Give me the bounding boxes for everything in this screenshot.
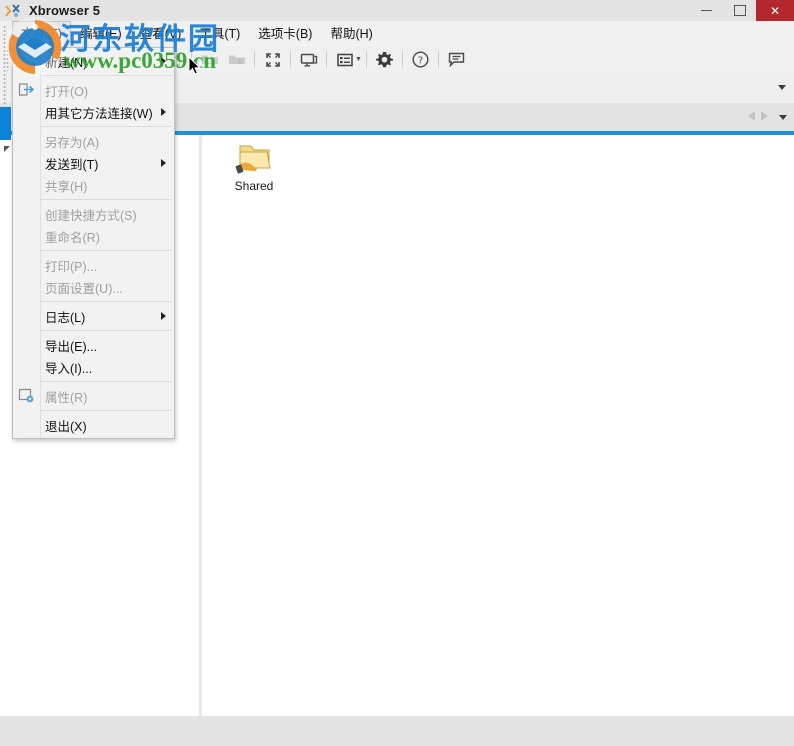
menu-separator xyxy=(40,330,172,331)
menu-edit[interactable]: 编辑(E) xyxy=(71,21,131,44)
submenu-arrow-icon xyxy=(161,312,166,320)
menu-item-label: 发送到(T) xyxy=(45,157,99,172)
sidebar-collapse-icon[interactable] xyxy=(4,146,10,152)
menu-import[interactable]: 导入(I)... xyxy=(13,356,174,378)
shared-folder-item[interactable]: Shared xyxy=(218,140,290,193)
menu-item-label: 导入(I)... xyxy=(45,361,93,376)
toolbar-separator xyxy=(290,51,291,68)
close-button[interactable]: ✕ xyxy=(756,0,794,21)
feedback-button[interactable] xyxy=(443,46,470,73)
menu-tools[interactable]: 工具(T) xyxy=(190,21,249,44)
help-button[interactable]: ? xyxy=(407,46,434,73)
menu-send-to[interactable]: 发送到(T) xyxy=(13,152,174,174)
toolbar-separator xyxy=(437,51,439,68)
monitor-icon xyxy=(300,53,317,66)
expand-icon xyxy=(265,52,280,67)
new-window-button[interactable] xyxy=(295,46,322,73)
menu-item-label: 重命名(R) xyxy=(45,230,100,245)
question-circle-icon: ? xyxy=(412,51,429,68)
menu-item-label: 创建快捷方式(S) xyxy=(45,208,137,223)
tab-prev-icon[interactable] xyxy=(748,111,755,121)
menu-log[interactable]: 日志(L) xyxy=(13,305,174,327)
menu-tabs[interactable]: 选项卡(B) xyxy=(249,21,321,44)
menu-separator xyxy=(40,250,172,251)
menu-item-label: 导出(E)... xyxy=(45,339,98,354)
menu-save-as[interactable]: 另存为(A) xyxy=(13,130,174,152)
menu-file[interactable]: 文件(F) xyxy=(12,20,71,44)
menu-help[interactable]: 帮助(H) xyxy=(321,21,381,44)
minimize-button[interactable] xyxy=(690,0,723,21)
menu-separator xyxy=(40,301,172,302)
minimize-icon xyxy=(701,10,712,11)
menu-share[interactable]: 共享(H) xyxy=(13,174,174,196)
xbrowser-window: Xbrowser 5 ✕ 文件(F) 编辑(E) 查看(V) 工具(T) 选项卡(B) 帮… xyxy=(0,0,794,746)
menu-separator xyxy=(40,126,172,127)
toolbar-separator xyxy=(254,51,255,68)
menu-open[interactable]: 打开(O) xyxy=(13,79,174,101)
view-list-button[interactable] xyxy=(331,46,358,73)
list-icon xyxy=(336,53,353,66)
menu-item-label: 打开(O) xyxy=(45,84,89,99)
gear-icon xyxy=(375,52,393,68)
menu-new[interactable]: 新建(N) xyxy=(13,50,174,72)
mouse-cursor xyxy=(188,56,201,75)
menu-item-label: 打印(P)... xyxy=(45,259,98,274)
file-list-pane[interactable]: Shared xyxy=(202,135,794,716)
menu-item-label: 属性(R) xyxy=(45,390,88,405)
status-bar xyxy=(0,716,794,746)
menu-page-setup[interactable]: 页面设置(U)... xyxy=(13,276,174,298)
sidebar-accent-strip xyxy=(0,107,11,140)
toolbar-separator xyxy=(365,51,367,68)
shared-folder-icon xyxy=(235,145,271,174)
menu-item-label: 共享(H) xyxy=(45,179,88,194)
app-logo-icon xyxy=(0,0,26,21)
menu-view[interactable]: 查看(V) xyxy=(131,21,191,44)
menu-rename[interactable]: 重命名(R) xyxy=(13,225,174,247)
close-icon: ✕ xyxy=(769,3,781,18)
download-button[interactable] xyxy=(223,46,250,73)
maximize-button[interactable] xyxy=(723,0,756,21)
toolbar-separator xyxy=(401,51,403,68)
menu-item-label: 退出(X) xyxy=(45,419,87,434)
submenu-arrow-icon xyxy=(161,108,166,116)
address-dropdown-icon[interactable] xyxy=(778,85,786,90)
tab-next-icon[interactable] xyxy=(761,111,768,121)
folder-up-icon xyxy=(201,55,218,64)
menu-item-label: 用其它方法连接(W) xyxy=(45,106,153,121)
menu-item-label: 日志(L) xyxy=(45,310,86,325)
menu-item-label: 新建(N) xyxy=(45,55,88,70)
properties-icon xyxy=(18,388,35,404)
open-folder-icon xyxy=(18,82,35,98)
menu-export[interactable]: 导出(E)... xyxy=(13,334,174,356)
title-bar: Xbrowser 5 ✕ xyxy=(0,0,794,21)
submenu-arrow-icon xyxy=(161,159,166,167)
svg-text:?: ? xyxy=(418,55,423,66)
menu-separator xyxy=(40,75,172,76)
settings-button[interactable] xyxy=(371,46,398,73)
window-title: Xbrowser 5 xyxy=(29,3,101,18)
tab-nav-controls xyxy=(748,111,768,121)
menu-create-shortcut[interactable]: 创建快捷方式(S) xyxy=(13,203,174,225)
window-controls: ✕ xyxy=(690,0,794,21)
menu-item-label: 页面设置(U)... xyxy=(45,281,123,296)
menu-separator xyxy=(40,410,172,411)
tab-overflow-icon[interactable] xyxy=(779,115,787,120)
menu-bar: 文件(F) 编辑(E) 查看(V) 工具(T) 选项卡(B) 帮助(H) xyxy=(0,20,794,44)
fullscreen-button[interactable] xyxy=(259,46,286,73)
sidebar-grip[interactable] xyxy=(3,25,7,105)
menu-separator xyxy=(40,199,172,200)
toolbar-separator xyxy=(326,51,327,68)
shared-folder-label: Shared xyxy=(234,179,274,193)
submenu-arrow-icon xyxy=(161,57,166,65)
maximize-icon xyxy=(733,5,746,16)
menu-exit[interactable]: 退出(X) xyxy=(13,414,174,436)
chat-bubble-icon xyxy=(448,52,465,67)
menu-properties[interactable]: 属性(R) xyxy=(13,385,174,407)
menu-print[interactable]: 打印(P)... xyxy=(13,254,174,276)
file-menu-dropdown[interactable]: 新建(N) 打开(O) 用其它方法连接(W) 另存为(A) 发送到(T) 共享(H) 创建快… xyxy=(12,47,175,439)
menu-separator xyxy=(40,381,172,382)
folder-down-icon xyxy=(228,55,245,65)
menu-item-label: 另存为(A) xyxy=(45,135,100,150)
menu-connect-other[interactable]: 用其它方法连接(W) xyxy=(13,101,174,123)
